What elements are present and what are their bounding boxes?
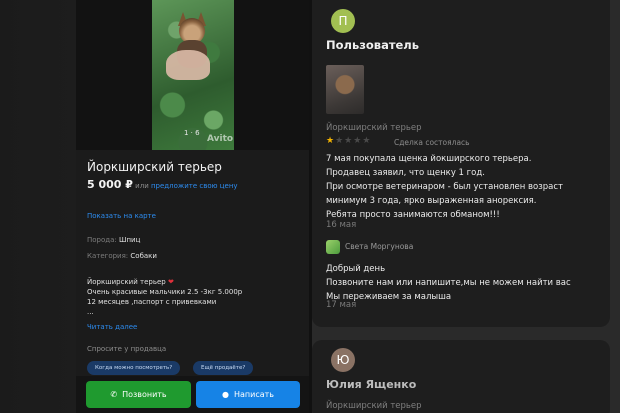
reply-date: 17 мая: [326, 300, 357, 310]
review-date: 16 мая: [326, 220, 357, 230]
quick-question-chip[interactable]: Ещё продаёте?: [193, 361, 254, 375]
chat-bubble-icon: ●: [221, 390, 229, 399]
write-button-label: Написать: [233, 390, 274, 399]
avatar: П: [331, 9, 355, 33]
reviews-screen: П Пользователь Йоркширский терьер ★★★★★ …: [312, 0, 620, 413]
read-more-link[interactable]: Читать далее: [87, 323, 137, 331]
review-item-thumbnail[interactable]: [326, 65, 364, 114]
write-button[interactable]: ● Написать: [196, 381, 300, 408]
heart-icon: ❤: [167, 278, 174, 286]
breed-row: Порода: Шпиц: [87, 236, 140, 244]
description-line: Йоркширский терьер ❤: [87, 278, 174, 286]
description-line: Очень красивые мальчики 2.5 -3кг 5.000р: [87, 288, 243, 296]
call-button[interactable]: ✆ Позвонить: [86, 381, 191, 408]
reply-avatar: [326, 240, 340, 254]
description: Йоркширский терьер ❤ Очень красивые маль…: [87, 277, 242, 317]
hand: [166, 50, 210, 80]
description-line: ...: [87, 308, 94, 316]
reply-text-line: Позвоните нам или напишите,мы не можем н…: [326, 278, 571, 288]
price-or: или: [135, 182, 149, 190]
category-label: Категория:: [87, 252, 129, 260]
reply-author: Света Моргунова: [345, 242, 414, 251]
quick-question-chip[interactable]: Когда можно посмотреть?: [87, 361, 181, 375]
listing-title: Йоркширский терьер: [87, 160, 222, 174]
review-text-line: 7 мая покупала щенка йокширского терьера…: [326, 154, 532, 164]
review-text-line: минимум 3 года, ярко выраженная анорекси…: [326, 196, 537, 206]
reply-text-line: Мы переживаем за малыша: [326, 292, 452, 302]
review-item-title: Йоркширский терьер: [326, 123, 422, 133]
price: 5 000 ₽: [87, 178, 133, 191]
rating-stars: ★★★★★: [326, 136, 371, 146]
call-button-label: Позвонить: [122, 390, 167, 399]
price-row: 5 000 ₽ или предложите свою цену: [87, 178, 238, 191]
ask-seller-heading: Спросите у продавца: [87, 345, 167, 353]
reply-text-line: Добрый день: [326, 264, 386, 274]
photo-counter: 1 · 6: [184, 129, 200, 137]
offer-price-link[interactable]: предложите свою цену: [151, 182, 238, 190]
star-filled-icon: ★: [326, 136, 336, 146]
review-text-line: При осмотре ветеринаром - был установлен…: [326, 182, 563, 192]
deal-status: Сделка состоялась: [394, 138, 470, 147]
listing-screen: 1 · 6 Avito Йоркширский терьер 5 000 ₽ и…: [76, 0, 309, 413]
show-on-map-link[interactable]: Показать на карте: [87, 212, 156, 220]
review-text: 7 мая покупала щенка йокширского терьера…: [326, 152, 563, 222]
reviewer-name: Пользователь: [326, 38, 419, 52]
review-item-title: Йоркширский терьер: [326, 401, 422, 411]
avatar: Ю: [331, 348, 355, 372]
reply-text: Добрый день Позвоните нам или напишите,м…: [326, 262, 571, 304]
star-empty-icon: ★: [344, 136, 354, 146]
breed-label: Порода:: [87, 236, 117, 244]
avito-watermark: Avito: [207, 134, 234, 144]
listing-photo[interactable]: [152, 0, 234, 150]
review-card: П Пользователь Йоркширский терьер ★★★★★ …: [312, 0, 610, 327]
review-text-line: Ребята просто занимаются обманом!!!: [326, 210, 500, 220]
reviewer-name: Юлия Ященко: [326, 378, 417, 391]
category-value: Собаки: [130, 252, 157, 260]
review-text-line: Продавец заявил, что щенку 1 год.: [326, 168, 485, 178]
breed-value: Шпиц: [119, 236, 141, 244]
photo-gallery[interactable]: 1 · 6 Avito: [76, 0, 309, 150]
star-empty-icon: ★: [353, 136, 363, 146]
description-line: 12 месяцев ,паспорт с привевками: [87, 298, 217, 306]
category-row: Категория: Собаки: [87, 252, 157, 260]
star-empty-icon: ★: [362, 136, 372, 146]
phone-icon: ✆: [110, 390, 118, 399]
star-empty-icon: ★: [335, 136, 345, 146]
